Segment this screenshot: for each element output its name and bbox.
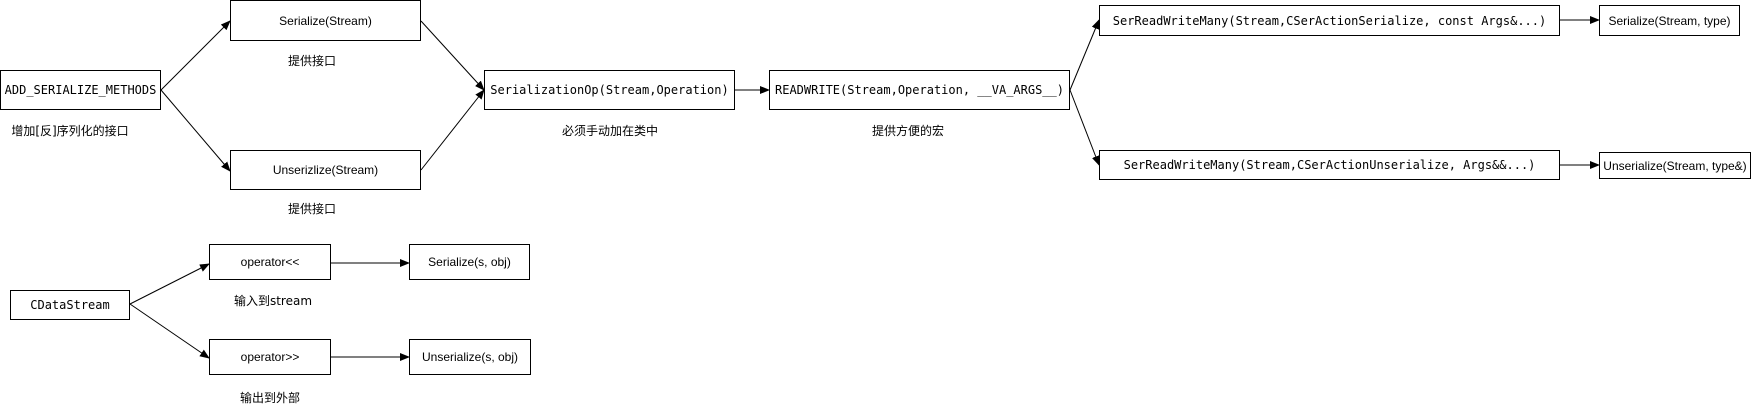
annotation-serialization-op: 必须手动加在类中 (561, 124, 659, 138)
annotation-add-serialize-methods: 增加[反]序列化的接口 (11, 124, 129, 138)
annotation-operator-out: 输入到stream (233, 294, 313, 308)
node-readwrite: READWRITE(Stream,Operation, __VA_ARGS__) (769, 70, 1070, 110)
annotation-operator-in: 输出到外部 (239, 391, 301, 405)
edge-cdatastream-to-operator-out (129, 263, 210, 305)
edge-cdatastream-to-operator-in (129, 303, 210, 359)
annotation-unserialize-provides: 提供接口 (287, 202, 337, 216)
node-unserialize-stream-type: Unserialize(Stream, type&) (1599, 152, 1751, 179)
node-serialize-stream-type: Serialize(Stream, type) (1599, 5, 1740, 36)
node-serialize-stream: Serialize(Stream) (230, 0, 421, 41)
diagram-canvas: ADD_SERIALIZE_METHODS Serialize(Stream) … (0, 0, 1751, 409)
edge-serialize-to-op (420, 20, 485, 91)
node-operator-in: operator>> (209, 339, 331, 375)
node-cdatastream: CDataStream (10, 290, 130, 320)
annotation-serialize-provides: 提供接口 (287, 54, 337, 68)
node-operator-out: operator<< (209, 244, 331, 280)
node-ser-rw-many-unserialize: SerReadWriteMany(Stream,CSerActionUnseri… (1099, 150, 1560, 180)
node-serialize-s-obj: Serialize(s, obj) (409, 244, 530, 280)
node-serialization-op: SerializationOp(Stream,Operation) (484, 70, 735, 110)
node-add-serialize-methods: ADD_SERIALIZE_METHODS (0, 70, 161, 110)
edge-add-to-unserialize (160, 89, 231, 172)
node-ser-rw-many-serialize: SerReadWriteMany(Stream,CSerActionSerial… (1099, 5, 1560, 36)
edge-unserialize-to-op (420, 89, 485, 171)
node-unserialize-stream: Unserizlize(Stream) (230, 150, 421, 190)
edge-readwrite-to-rwmany-serialize (1069, 19, 1100, 91)
edge-readwrite-to-rwmany-unserialize (1069, 89, 1100, 166)
node-unserialize-s-obj: Unserialize(s, obj) (409, 339, 531, 375)
annotation-readwrite: 提供方便的宏 (871, 124, 945, 138)
edge-add-to-serialize (160, 20, 231, 91)
